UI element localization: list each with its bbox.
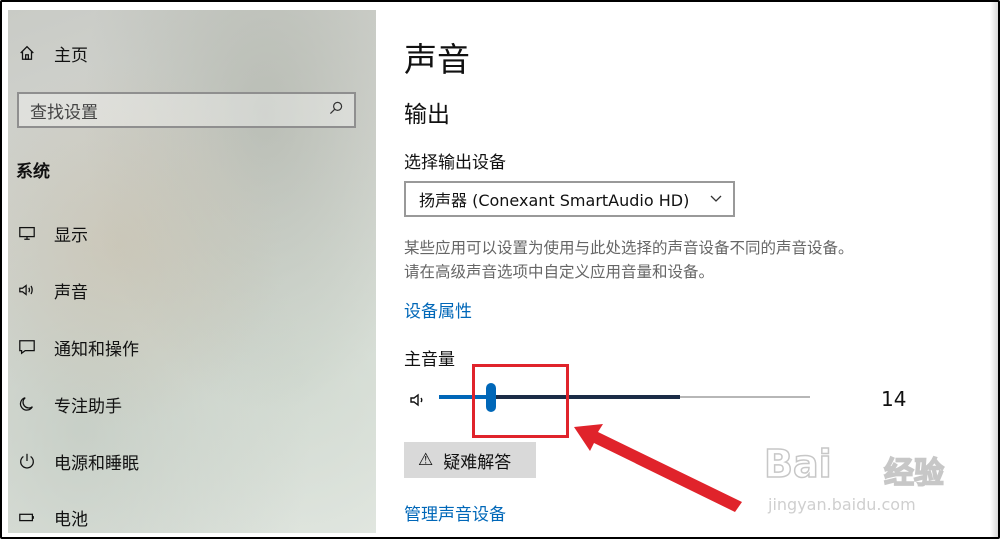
right-edge-shadow (990, 2, 998, 537)
description-line: 某些应用可以设置为使用与此处选择的声音设备不同的声音设备。 (404, 239, 854, 257)
output-description: 某些应用可以设置为使用与此处选择的声音设备不同的声音设备。 请在高级声音选项中自… (404, 236, 964, 284)
moon-icon (16, 393, 38, 415)
output-device-value: 扬声器 (Conexant SmartAudio HD) (419, 191, 690, 210)
sidebar-item-display[interactable]: 显示 (16, 218, 88, 248)
manage-sound-devices-link[interactable]: 管理声音设备 (404, 500, 506, 525)
battery-icon (16, 506, 38, 528)
annotation-highlight-box (472, 364, 569, 438)
watermark-url: jingyan.baidu.com (768, 495, 916, 514)
search-placeholder: 查找设置 (30, 102, 98, 123)
home-icon (16, 42, 38, 64)
device-properties-link[interactable]: 设备属性 (404, 297, 472, 322)
warning-icon: ⚠ (418, 450, 434, 470)
sidebar-item-power-sleep[interactable]: 电源和睡眠 (16, 446, 139, 476)
sidebar-item-label: 主页 (54, 45, 88, 66)
search-icon[interactable] (328, 100, 344, 120)
power-icon (16, 450, 38, 472)
monitor-icon (16, 222, 38, 244)
volume-icon[interactable] (408, 390, 428, 410)
volume-value: 14 (881, 387, 907, 411)
sidebar-item-label: 电池 (54, 509, 88, 530)
watermark-brand: Bai (763, 441, 832, 487)
page-title: 声音 (404, 40, 470, 79)
sidebar-item-label: 声音 (54, 282, 88, 303)
sidebar-item-label: 专注助手 (54, 396, 122, 417)
baidu-watermark: Bai 经验 jingyan.baidu.com (763, 441, 964, 522)
search-input[interactable]: 查找设置 (17, 92, 356, 128)
sidebar-item-sound[interactable]: 声音 (16, 275, 88, 305)
screenshot-frame: 主页 查找设置 系统 显示 声音 通知和操作 专注助手 电源和睡眠 电池 声音 … (0, 0, 1000, 539)
notification-icon (16, 336, 38, 358)
chevron-down-icon (709, 190, 723, 209)
description-line: 请在高级声音选项中自定义应用音量和设备。 (404, 263, 715, 281)
output-device-select[interactable]: 扬声器 (Conexant SmartAudio HD) (404, 181, 735, 217)
sidebar-item-focus-assist[interactable]: 专注助手 (16, 389, 122, 419)
sidebar-item-battery[interactable]: 电池 (16, 502, 88, 532)
output-heading: 输出 (404, 102, 450, 128)
sidebar-item-label: 通知和操作 (54, 339, 139, 360)
troubleshoot-button[interactable]: ⚠ 疑难解答 (404, 442, 536, 478)
troubleshoot-label: 疑难解答 (443, 452, 512, 473)
section-title: 系统 (16, 162, 50, 182)
sidebar-item-label: 电源和睡眠 (54, 453, 139, 474)
output-device-label: 选择输出设备 (404, 153, 506, 173)
watermark-brand-cn: 经验 (883, 455, 945, 492)
sidebar-item-notifications[interactable]: 通知和操作 (16, 332, 139, 362)
sidebar-item-label: 显示 (54, 225, 88, 246)
sidebar-item-home[interactable]: 主页 (16, 38, 88, 68)
master-volume-label: 主音量 (404, 350, 455, 370)
speaker-icon (16, 279, 38, 301)
settings-sidebar: 主页 查找设置 系统 显示 声音 通知和操作 专注助手 电源和睡眠 电池 (8, 10, 376, 533)
